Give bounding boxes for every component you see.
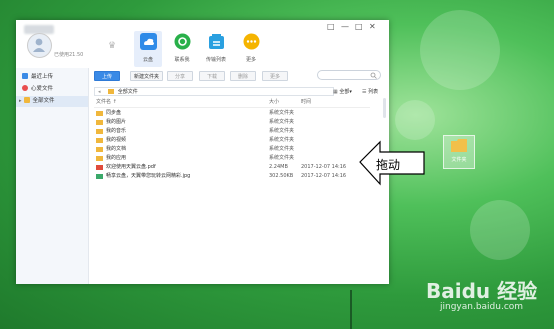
- sidebar-item-label: 全部文件: [32, 98, 55, 104]
- new-folder-button[interactable]: 新建文件夹: [130, 71, 163, 81]
- avatar[interactable]: [27, 33, 52, 58]
- view-all-label: 全部: [339, 89, 350, 95]
- grid-view-icon: ▦: [333, 89, 338, 95]
- nav-contact-label: 联系我: [174, 57, 190, 63]
- file-size: 系统文件夹: [269, 155, 295, 161]
- download-button[interactable]: 下载: [199, 71, 225, 81]
- nav-contact[interactable]: 联系我: [168, 31, 196, 67]
- table-row[interactable]: 我的视频 系统文件夹: [94, 136, 370, 145]
- nav-cloud-label: 云盘: [142, 57, 153, 63]
- table-row[interactable]: 我的图片 系统文件夹: [94, 118, 370, 127]
- baidu-watermark-url: jingyan.baidu.com: [440, 302, 524, 312]
- table-row[interactable]: 我的应用 系统文件夹: [94, 154, 370, 163]
- sidebar-item-all-files[interactable]: ▸ 全部文件: [16, 96, 88, 107]
- file-table-header: 文件名 ↑ 大小 时间: [94, 98, 370, 108]
- table-row[interactable]: 欢迎使用天翼云盘.pdf 2.24MB 2017-12-07 14:16: [94, 163, 370, 172]
- recent-upload-icon: [22, 73, 28, 79]
- column-time[interactable]: 时间: [301, 98, 311, 107]
- baidu-watermark-logo: Baidu 经验: [426, 279, 538, 303]
- heart-icon: [22, 85, 28, 91]
- file-time: 2017-12-07 14:16: [301, 173, 347, 179]
- view-all-dropdown[interactable]: ▦ 全部▾: [333, 88, 352, 95]
- file-name: 我的应用: [106, 155, 127, 161]
- plant-stem: [350, 290, 352, 329]
- maximize-button[interactable]: □: [355, 22, 363, 31]
- file-time: 2017-12-07 14:16: [301, 164, 347, 170]
- back-arrow-icon[interactable]: ◂: [98, 89, 101, 95]
- desktop-folder-label: 文件夹: [451, 157, 467, 163]
- folder-icon: [23, 97, 30, 103]
- file-size: 系统文件夹: [269, 128, 295, 134]
- nav-more-label: 更多: [245, 57, 256, 63]
- minimize-button[interactable]: —: [341, 22, 349, 31]
- delete-button[interactable]: 删除: [230, 71, 256, 81]
- transfer-icon: [208, 34, 224, 49]
- bokeh-light: [470, 200, 530, 260]
- list-view-toggle[interactable]: ☰ 列表: [362, 88, 378, 95]
- table-row[interactable]: 畅享云盘，天翼带您玩转云网精彩.jpg 302.50KB 2017-12-07 14…: [94, 172, 370, 181]
- expand-arrow-icon[interactable]: ▸: [19, 98, 22, 104]
- folder-icon: [96, 138, 103, 143]
- more-button[interactable]: 更多: [262, 71, 288, 81]
- file-size: 2.24MB: [269, 164, 288, 170]
- share-button[interactable]: 分享: [167, 71, 193, 81]
- folder-icon: [96, 120, 103, 125]
- file-name: 欢迎使用天翼云盘.pdf: [106, 164, 156, 170]
- pdf-file-icon: [96, 165, 103, 170]
- sidebar-item-favorite[interactable]: 心爱文件: [16, 84, 88, 95]
- list-view-icon: ☰: [362, 89, 367, 95]
- table-row[interactable]: 我的文档 系统文件夹: [94, 145, 370, 154]
- file-name: 畅享云盘，天翼带您玩转云网精彩.jpg: [106, 173, 191, 179]
- contact-icon: [174, 33, 190, 50]
- search-input[interactable]: [317, 70, 381, 80]
- sidebar-item-recent[interactable]: 最近上传: [16, 72, 88, 83]
- folder-icon: [451, 139, 467, 152]
- vip-crown-icon[interactable]: ♛: [108, 41, 116, 51]
- folder-icon: [96, 129, 103, 134]
- more-icon: [243, 33, 259, 50]
- bokeh-light: [420, 10, 500, 90]
- list-view-label: 列表: [368, 89, 379, 95]
- image-file-icon: [96, 174, 103, 179]
- file-name: 我的文档: [106, 146, 127, 152]
- nav-cloud[interactable]: 云盘: [134, 31, 162, 67]
- file-name: 我的视频: [106, 137, 127, 143]
- file-size: 302.50KB: [269, 173, 294, 179]
- table-row[interactable]: 同步盘 系统文件夹: [94, 109, 370, 118]
- column-name[interactable]: 文件名 ↑: [96, 98, 117, 107]
- scrollbar[interactable]: [383, 98, 386, 118]
- file-name: 同步盘: [106, 110, 122, 116]
- search-icon: [370, 72, 377, 79]
- window-header: 已使用21.50 ♛ 云盘 联系我 传输列表 更多 □ — □ ✕: [16, 20, 389, 68]
- path-bar: ◂ 全部文件: [94, 87, 334, 96]
- desktop-folder-item[interactable]: 文件夹: [443, 135, 475, 169]
- nav-transfer[interactable]: 传输列表: [202, 31, 230, 67]
- folder-icon: [108, 89, 115, 94]
- path-label: 全部文件: [117, 89, 138, 95]
- file-name: 我的音乐: [106, 128, 127, 134]
- storage-used-label: 已使用21.50: [54, 52, 84, 58]
- nav-transfer-label: 传输列表: [205, 57, 226, 63]
- sidebar-item-label: 心爱文件: [31, 86, 54, 92]
- bokeh-light: [395, 100, 435, 140]
- file-size: 系统文件夹: [269, 119, 295, 125]
- sidebar: 最近上传 心爱文件 ▸ 全部文件: [16, 68, 89, 284]
- skin-icon[interactable]: □: [327, 22, 335, 31]
- file-size: 系统文件夹: [269, 137, 295, 143]
- close-button[interactable]: ✕: [369, 22, 376, 31]
- upload-button[interactable]: 上传: [94, 71, 120, 81]
- sidebar-item-label: 最近上传: [31, 74, 54, 80]
- drag-callout-label: 拖动: [376, 158, 401, 172]
- file-size: 系统文件夹: [269, 110, 295, 116]
- column-size[interactable]: 大小: [269, 98, 279, 107]
- folder-icon: [96, 111, 103, 116]
- file-size: 系统文件夹: [269, 146, 295, 152]
- table-row[interactable]: 我的音乐 系统文件夹: [94, 127, 370, 136]
- nav-more[interactable]: 更多: [237, 31, 265, 67]
- cloud-icon: [139, 33, 157, 50]
- file-name: 我的图片: [106, 119, 127, 125]
- folder-icon: [96, 147, 103, 152]
- folder-icon: [96, 156, 103, 161]
